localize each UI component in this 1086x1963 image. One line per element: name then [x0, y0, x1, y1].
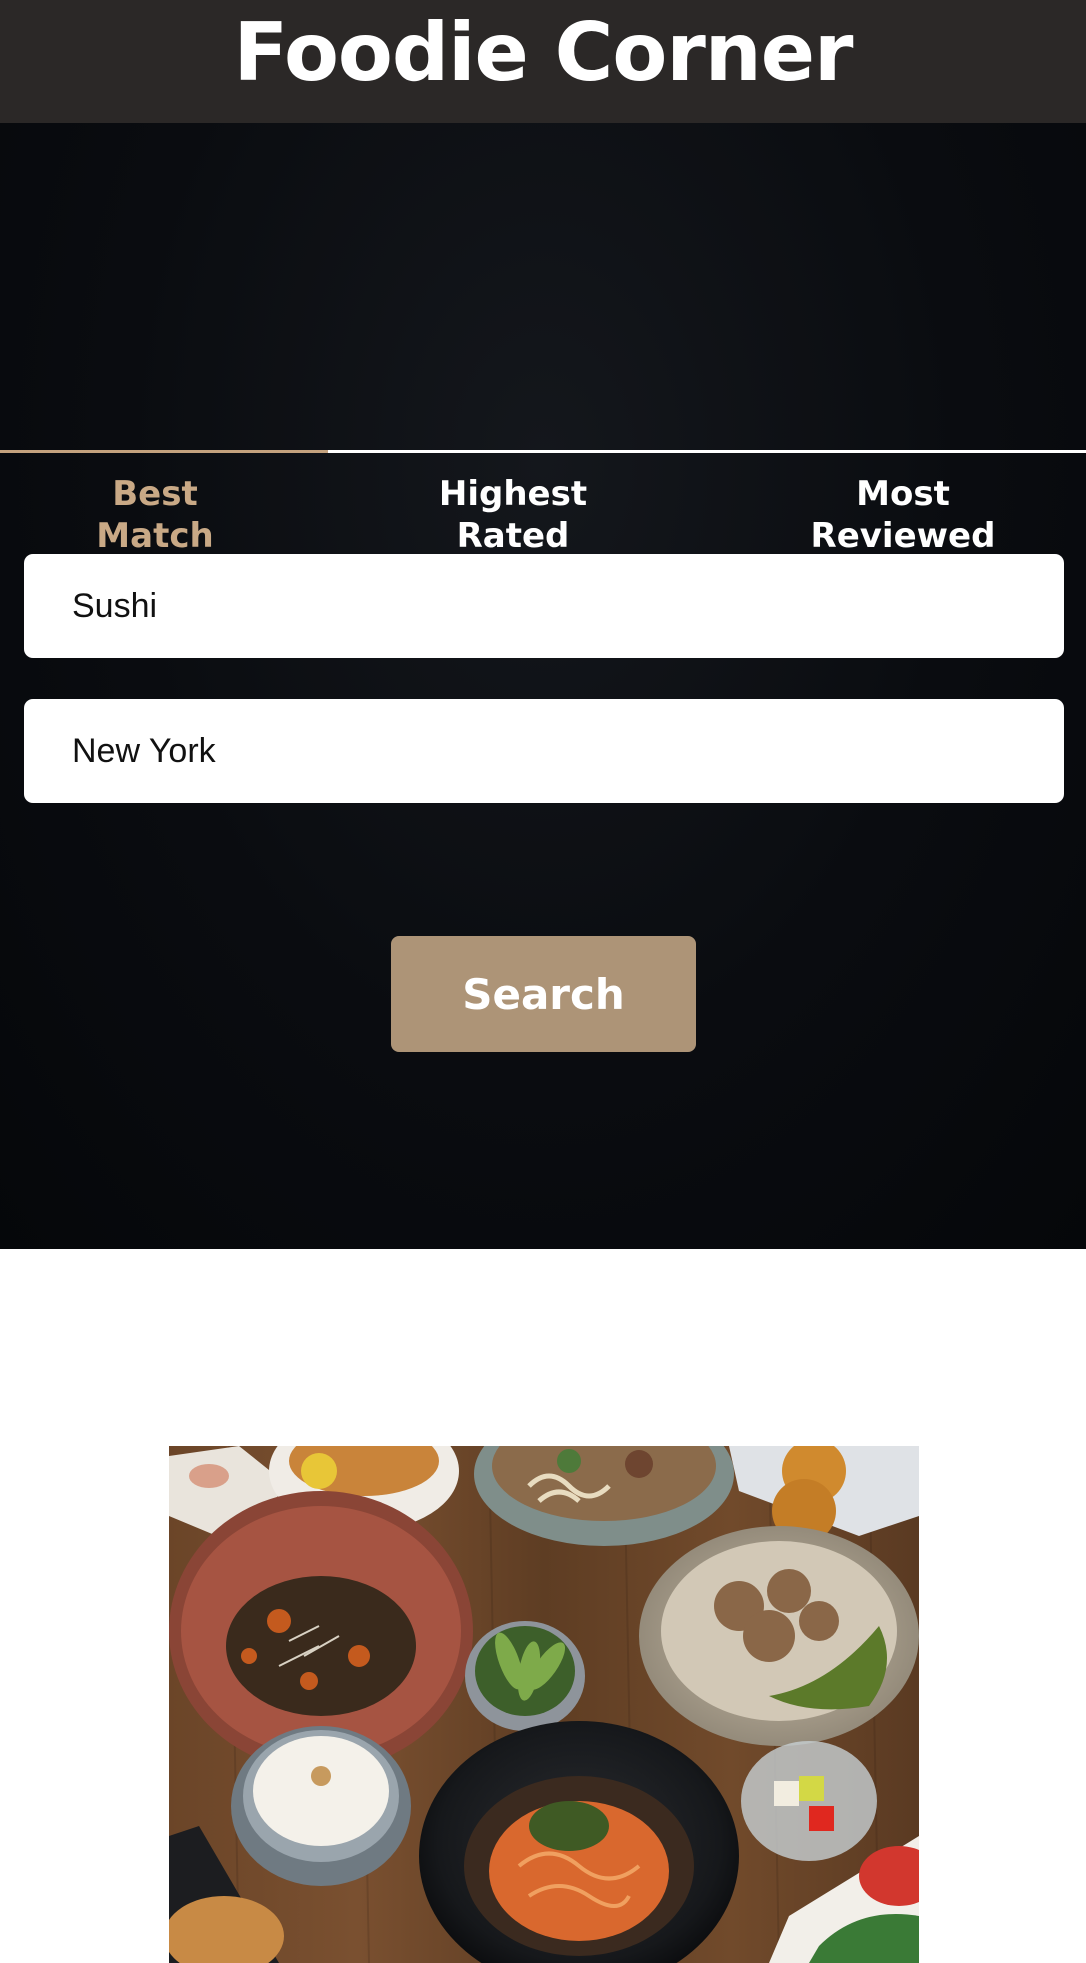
- tab-best-match-underline: [0, 450, 328, 453]
- search-button-label: Search: [462, 969, 625, 1019]
- tabs-underline: [328, 450, 1086, 453]
- search-term-value: Sushi: [72, 586, 158, 625]
- food-photo: [169, 1446, 919, 1963]
- location-value: New York: [72, 731, 216, 770]
- tab-best-match[interactable]: Best Match: [55, 353, 255, 575]
- search-hero: Best Match Highest Rated Most Reviewed Sush…: [0, 123, 1086, 1249]
- tab-most-reviewed-label: Most Reviewed: [810, 474, 996, 556]
- search-button[interactable]: Search: [391, 936, 696, 1052]
- tab-best-match-label: Best Match: [96, 474, 214, 556]
- sort-tabs: Best Match Highest Rated Most Reviewed: [0, 353, 1086, 575]
- food-photo-illustration: [169, 1446, 919, 1963]
- search-term-input[interactable]: Sushi: [24, 554, 1064, 658]
- site-header: Foodie Corner: [0, 0, 1086, 123]
- location-input[interactable]: New York: [24, 699, 1064, 803]
- tab-highest-rated-label: Highest Rated: [438, 474, 588, 556]
- tab-highest-rated[interactable]: Highest Rated: [413, 353, 613, 575]
- tab-most-reviewed[interactable]: Most Reviewed: [803, 353, 1003, 575]
- site-title: Foodie Corner: [233, 6, 854, 99]
